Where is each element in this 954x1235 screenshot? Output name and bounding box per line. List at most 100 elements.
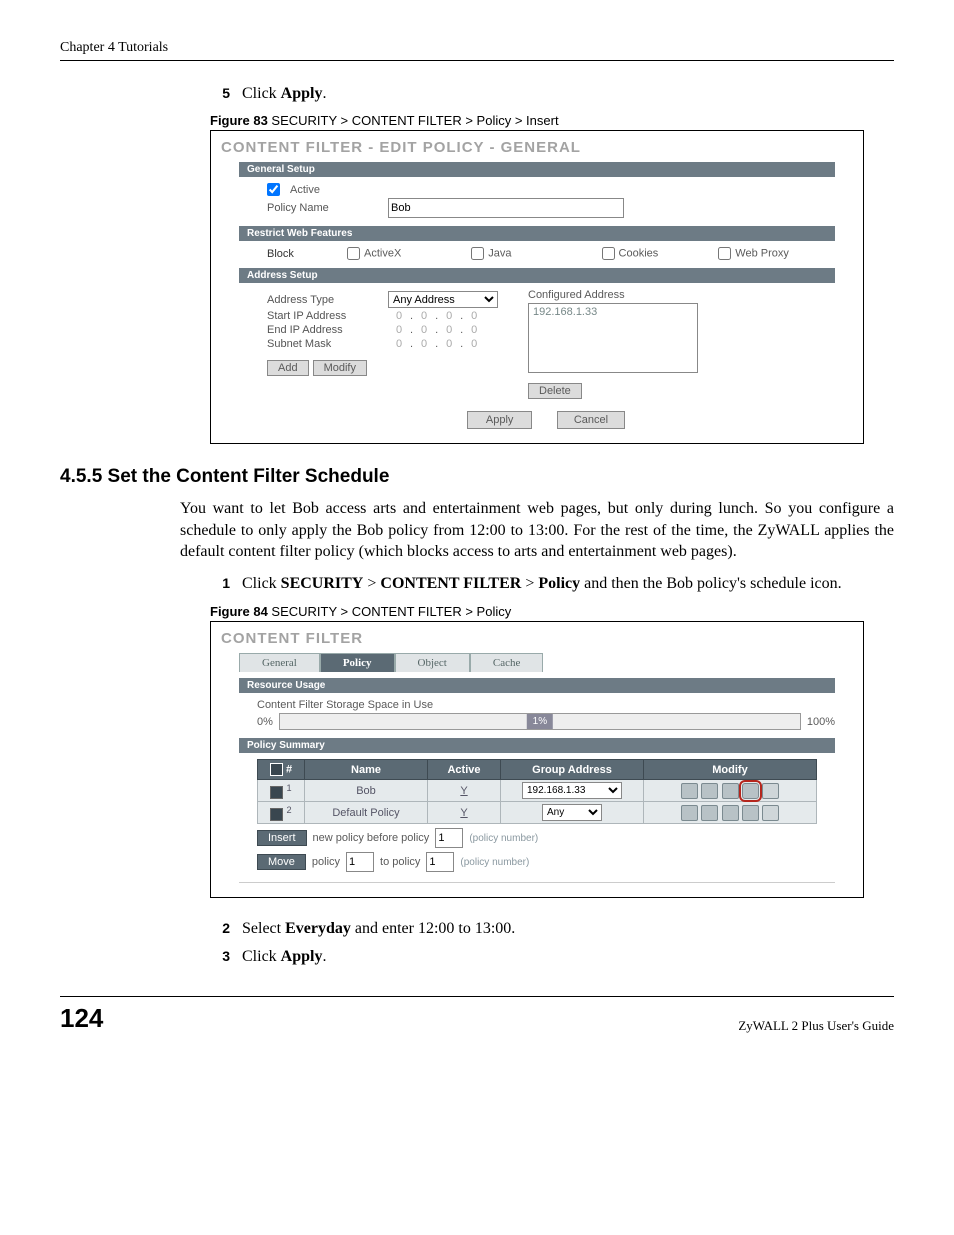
restrict-features-bar: Restrict Web Features — [239, 226, 835, 241]
col-modify: Modify — [644, 760, 817, 780]
configured-address-list[interactable]: 192.168.1.33 — [528, 303, 698, 373]
progress-value: 1% — [527, 714, 553, 729]
progress-100: 100% — [807, 716, 835, 728]
storage-progressbar: 1% — [279, 713, 801, 730]
row-select-icon[interactable] — [270, 786, 283, 799]
customize-icon[interactable] — [722, 783, 739, 799]
select-all-icon[interactable] — [270, 763, 283, 776]
progress-0: 0% — [257, 716, 273, 728]
step-number: 5 — [210, 85, 230, 101]
move-label-b: to policy — [380, 856, 420, 868]
category-icon[interactable] — [701, 783, 718, 799]
customize-icon[interactable] — [722, 805, 739, 821]
section-455-para: You want to let Bob access arts and ente… — [180, 498, 894, 563]
cancel-button[interactable]: Cancel — [557, 411, 625, 429]
webproxy-label: Web Proxy — [735, 247, 789, 259]
step-3: 3 Click Apply. — [210, 948, 894, 966]
webproxy-checkbox[interactable] — [718, 247, 731, 260]
block-label: Block — [267, 248, 317, 260]
figure-83-caption: Figure 83 SECURITY > CONTENT FILTER > Po… — [210, 113, 894, 128]
move-hint: (policy number) — [460, 857, 529, 868]
group-address-select[interactable]: Any — [542, 804, 602, 821]
move-to-input[interactable] — [426, 852, 454, 872]
java-checkbox[interactable] — [471, 247, 484, 260]
edit-icon[interactable] — [681, 805, 698, 821]
delete-icon[interactable] — [762, 805, 779, 821]
activex-checkbox[interactable] — [347, 247, 360, 260]
cell-name: Default Policy — [305, 802, 428, 824]
cookies-label: Cookies — [619, 247, 659, 259]
step-text: Click — [242, 85, 281, 102]
policy-summary-bar: Policy Summary — [239, 738, 835, 753]
cell-name: Bob — [305, 780, 428, 802]
move-from-input[interactable] — [346, 852, 374, 872]
end-ip-label: End IP Address — [267, 324, 382, 336]
col-name: Name — [305, 760, 428, 780]
policy-name-input[interactable] — [388, 198, 624, 218]
start-ip-label: Start IP Address — [267, 310, 382, 322]
cookies-checkbox[interactable] — [602, 247, 615, 260]
step-number: 1 — [210, 574, 230, 593]
page-number: 124 — [60, 1003, 103, 1034]
end-ip-value: 0.0.0.0 — [388, 324, 485, 336]
edit-icon[interactable] — [681, 783, 698, 799]
step-2: 2 Select Everyday and enter 12:00 to 13:… — [210, 920, 894, 938]
active-checkbox[interactable] — [267, 183, 280, 196]
resource-usage-bar: Resource Usage — [239, 678, 835, 693]
subnet-value: 0.0.0.0 — [388, 338, 485, 350]
general-setup-bar: General Setup — [239, 162, 835, 177]
insert-button[interactable]: Insert — [257, 830, 307, 846]
delete-icon[interactable] — [762, 783, 779, 799]
apply-button[interactable]: Apply — [467, 411, 533, 429]
delete-button[interactable]: Delete — [528, 383, 582, 399]
address-setup-bar: Address Setup — [239, 268, 835, 283]
step-number: 3 — [210, 948, 230, 964]
footer-guide-name: ZyWALL 2 Plus User's Guide — [738, 1018, 894, 1034]
add-button[interactable]: Add — [267, 360, 309, 376]
group-address-select[interactable]: 192.168.1.33 — [522, 782, 622, 799]
active-label: Active — [290, 184, 320, 196]
configured-address-item[interactable]: 192.168.1.33 — [533, 306, 693, 318]
subnet-label: Subnet Mask — [267, 338, 382, 350]
step-number: 2 — [210, 920, 230, 936]
address-type-select[interactable]: Any Address — [388, 291, 498, 308]
figure-84-screenshot: CONTENT FILTER General Policy Object Cac… — [210, 621, 864, 898]
move-button[interactable]: Move — [257, 854, 306, 870]
address-type-label: Address Type — [267, 294, 382, 306]
java-label: Java — [488, 247, 511, 259]
dialog-title: CONTENT FILTER - EDIT POLICY - GENERAL — [221, 139, 853, 156]
configured-address-label: Configured Address — [528, 289, 698, 301]
move-label-a: policy — [312, 856, 340, 868]
activex-label: ActiveX — [364, 247, 401, 259]
tab-policy[interactable]: Policy — [320, 653, 395, 672]
insert-hint: (policy number) — [469, 833, 538, 844]
table-row: 2 Default Policy Y Any — [258, 802, 817, 824]
cell-active[interactable]: Y — [460, 807, 467, 819]
storage-label: Content Filter Storage Space in Use — [257, 699, 853, 711]
insert-position-input[interactable] — [435, 828, 463, 848]
step-1: 1 Click SECURITY > CONTENT FILTER > Poli… — [210, 573, 894, 595]
tab-general[interactable]: General — [239, 653, 320, 672]
tab-cache[interactable]: Cache — [470, 653, 543, 672]
start-ip-value: 0.0.0.0 — [388, 310, 485, 322]
cell-active[interactable]: Y — [460, 785, 467, 797]
schedule-icon[interactable] — [742, 805, 759, 821]
table-row: 1 Bob Y 192.168.1.33 — [258, 780, 817, 802]
category-icon[interactable] — [701, 805, 718, 821]
tab-object[interactable]: Object — [395, 653, 470, 672]
step-5: 5 Click Apply. — [210, 85, 894, 103]
modify-button[interactable]: Modify — [313, 360, 367, 376]
figure-83-screenshot: CONTENT FILTER - EDIT POLICY - GENERAL G… — [210, 130, 864, 444]
step-bold: Apply — [281, 85, 323, 102]
figure-84-caption: Figure 84 SECURITY > CONTENT FILTER > Po… — [210, 604, 894, 619]
col-active: Active — [428, 760, 501, 780]
insert-label: new policy before policy — [313, 832, 430, 844]
schedule-icon[interactable] — [742, 783, 759, 799]
chapter-header: Chapter 4 Tutorials — [60, 40, 894, 61]
col-group-address: Group Address — [501, 760, 644, 780]
section-heading-455: 4.5.5 Set the Content Filter Schedule — [60, 466, 894, 488]
policy-table: # Name Active Group Address Modify 1 Bob… — [257, 759, 817, 824]
dialog-title: CONTENT FILTER — [221, 630, 853, 647]
policy-name-label: Policy Name — [267, 202, 382, 214]
row-select-icon[interactable] — [270, 808, 283, 821]
